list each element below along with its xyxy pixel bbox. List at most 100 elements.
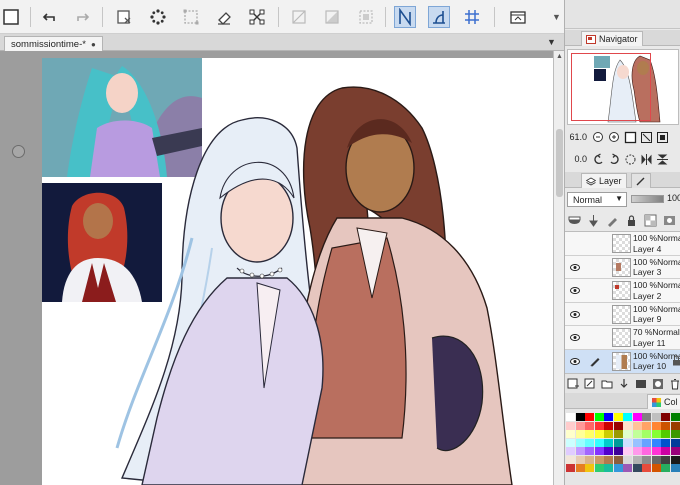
color-swatch[interactable] xyxy=(632,413,642,421)
color-swatch[interactable] xyxy=(651,464,661,472)
layer-tab[interactable]: Layer xyxy=(581,173,627,188)
color-swatch[interactable] xyxy=(566,447,575,455)
color-swatch[interactable] xyxy=(585,455,594,464)
color-swatch[interactable] xyxy=(575,421,585,430)
fill-selection-icon[interactable] xyxy=(321,6,343,28)
color-swatch[interactable] xyxy=(594,413,604,421)
special-ruler-snap-icon[interactable] xyxy=(428,6,450,28)
draft-layer-icon[interactable] xyxy=(605,213,620,228)
color-swatch[interactable] xyxy=(661,413,670,421)
reference-layer-icon[interactable] xyxy=(586,213,601,228)
clear-icon[interactable] xyxy=(113,6,135,28)
color-swatch[interactable] xyxy=(594,438,604,447)
scrollbar-thumb[interactable] xyxy=(556,129,563,197)
color-swatch[interactable] xyxy=(594,464,604,472)
color-swatch[interactable] xyxy=(623,447,632,455)
redo-icon[interactable] xyxy=(72,6,94,28)
actual-size-icon[interactable] xyxy=(623,130,637,144)
zoom-in-icon[interactable] xyxy=(607,130,621,144)
navigator-preview[interactable] xyxy=(567,49,679,125)
color-swatch[interactable] xyxy=(642,421,651,430)
fit-navigator-icon[interactable] xyxy=(655,130,669,144)
color-swatch[interactable] xyxy=(651,413,661,421)
new-vector-layer-icon[interactable] xyxy=(584,377,596,391)
eye-icon[interactable] xyxy=(570,286,580,295)
color-swatch[interactable] xyxy=(613,421,623,430)
color-swatch[interactable] xyxy=(575,464,585,472)
eye-icon[interactable] xyxy=(570,357,580,365)
mask-layer-icon[interactable] xyxy=(652,377,664,391)
select-all-icon[interactable] xyxy=(180,6,202,28)
layer-property-tab[interactable] xyxy=(631,173,651,188)
color-swatch[interactable] xyxy=(575,438,585,447)
layer-mask-icon[interactable] xyxy=(662,213,677,228)
layer-row[interactable]: 100 %Normal Layer 4 xyxy=(565,232,680,256)
navigator-view-frame[interactable] xyxy=(571,53,651,121)
color-swatch[interactable] xyxy=(670,430,680,438)
color-swatch[interactable] xyxy=(585,447,594,455)
color-swatch[interactable] xyxy=(594,447,604,455)
flip-vertical-icon[interactable] xyxy=(655,152,669,166)
document-tab[interactable]: sommissiontime-* ● xyxy=(4,36,103,51)
rotation-center-marker[interactable] xyxy=(12,145,25,158)
color-swatch[interactable] xyxy=(566,464,575,472)
tab-menu-icon[interactable]: ▼ xyxy=(547,37,556,47)
combine-layer-icon[interactable] xyxy=(635,377,647,391)
blend-mode-select[interactable]: Normal ▼ xyxy=(567,192,627,207)
color-set-tab[interactable]: Col xyxy=(647,394,680,409)
color-swatch[interactable] xyxy=(670,421,680,430)
rotation-value[interactable]: 0.0 xyxy=(565,154,589,164)
color-swatch[interactable] xyxy=(642,438,651,447)
eraser-icon[interactable] xyxy=(213,6,235,28)
color-swatch[interactable] xyxy=(566,421,575,430)
color-swatch[interactable] xyxy=(642,430,651,438)
color-swatch[interactable] xyxy=(670,464,680,472)
color-swatch[interactable] xyxy=(604,464,613,472)
fill-transparent-icon[interactable] xyxy=(147,6,169,28)
color-swatch[interactable] xyxy=(651,455,661,464)
tab-close-icon[interactable]: ● xyxy=(91,40,96,49)
color-swatch[interactable] xyxy=(651,447,661,455)
layer-row[interactable]: 100 %Normal Layer 9 xyxy=(565,302,680,327)
eye-icon[interactable] xyxy=(570,333,580,342)
color-swatch[interactable] xyxy=(604,438,613,447)
color-swatch[interactable] xyxy=(613,413,623,421)
color-swatch[interactable] xyxy=(613,438,623,447)
new-folder-icon[interactable] xyxy=(601,377,613,391)
canvas-vertical-scrollbar[interactable]: ▲ xyxy=(553,51,564,485)
color-swatch[interactable] xyxy=(613,430,623,438)
color-swatch[interactable] xyxy=(623,421,632,430)
opacity-value[interactable]: 100 xyxy=(667,193,680,203)
fit-view-icon[interactable] xyxy=(639,130,653,144)
color-swatch[interactable] xyxy=(604,421,613,430)
color-swatch[interactable] xyxy=(661,438,670,447)
color-swatch[interactable] xyxy=(613,455,623,464)
undo-icon[interactable] xyxy=(38,6,60,28)
color-swatch[interactable] xyxy=(566,430,575,438)
color-swatch[interactable] xyxy=(623,430,632,438)
color-swatch[interactable] xyxy=(566,438,575,447)
color-swatch[interactable] xyxy=(670,447,680,455)
color-swatch[interactable] xyxy=(585,413,594,421)
clip-to-lower-layer-icon[interactable] xyxy=(567,213,582,228)
color-swatch[interactable] xyxy=(604,430,613,438)
color-swatch[interactable] xyxy=(604,447,613,455)
color-swatch[interactable] xyxy=(670,438,680,447)
opacity-slider[interactable] xyxy=(631,195,664,203)
flip-horizontal-icon[interactable] xyxy=(639,152,653,166)
color-swatch[interactable] xyxy=(623,438,632,447)
canvas-view-icon[interactable] xyxy=(507,6,529,28)
color-swatch[interactable] xyxy=(651,438,661,447)
color-swatch[interactable] xyxy=(594,421,604,430)
color-swatch[interactable] xyxy=(661,455,670,464)
color-swatch[interactable] xyxy=(642,464,651,472)
color-swatch[interactable] xyxy=(632,464,642,472)
color-swatch[interactable] xyxy=(670,413,680,421)
color-swatch[interactable] xyxy=(585,430,594,438)
color-swatch[interactable] xyxy=(585,464,594,472)
color-swatch[interactable] xyxy=(575,413,585,421)
color-swatch[interactable] xyxy=(594,430,604,438)
zoom-value[interactable]: 61.0 xyxy=(565,132,589,142)
new-raster-layer-icon[interactable] xyxy=(567,377,579,391)
grid-snap-icon[interactable] xyxy=(461,6,483,28)
